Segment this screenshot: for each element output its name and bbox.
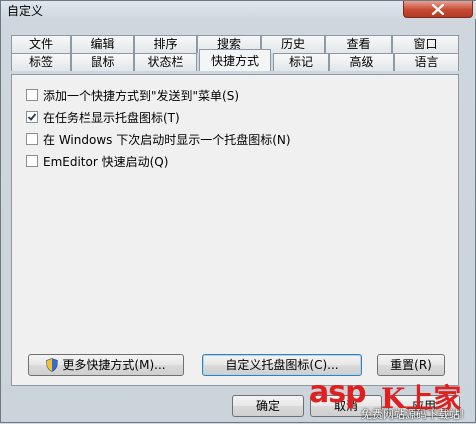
tab-strip: 文件 编辑 排序 搜索 历史 查看 窗口 标签 鼠标 状态栏 快捷方式 标记 高… — [11, 35, 459, 75]
option-tray-next-startup[interactable]: 在 Windows 下次启动时显示一个托盘图标(N) — [26, 131, 291, 147]
tab-edit[interactable]: 编辑 — [71, 35, 134, 53]
title-bar[interactable]: 自定义 — [1, 1, 476, 19]
send-to-checkbox[interactable] — [26, 89, 38, 101]
tray-icon-checkbox[interactable] — [26, 111, 38, 123]
tab-marks[interactable]: 标记 — [273, 53, 329, 71]
watermark-brand: asp — [309, 375, 367, 410]
next-startup-label: 在 Windows 下次启动时显示一个托盘图标(N) — [43, 132, 291, 147]
tab-shortcuts[interactable]: 快捷方式 — [199, 49, 271, 71]
tab-language[interactable]: 语言 — [394, 53, 459, 71]
ok-button[interactable]: 确定 — [232, 395, 304, 417]
quick-launch-checkbox[interactable] — [26, 155, 38, 167]
tab-status-bar[interactable]: 状态栏 — [134, 53, 197, 71]
tab-sort[interactable]: 排序 — [134, 35, 197, 53]
window-title: 自定义 — [7, 4, 44, 18]
close-icon — [431, 4, 445, 15]
tab-view[interactable]: 查看 — [325, 35, 392, 53]
shield-icon — [46, 357, 59, 372]
checkmark-icon — [27, 113, 37, 121]
send-to-label: 添加一个快捷方式到"发送到"菜单(S) — [43, 88, 240, 103]
tab-advanced[interactable]: 高级 — [329, 53, 394, 71]
option-quick-launch[interactable]: EmEditor 快速启动(Q) — [26, 153, 168, 169]
shortcuts-panel: 添加一个快捷方式到"发送到"菜单(S) 在任务栏显示托盘图标(T) 在 Wind… — [11, 74, 459, 386]
next-startup-checkbox[interactable] — [26, 133, 38, 145]
more-shortcuts-button[interactable]: 更多快捷方式(M)... — [28, 354, 184, 376]
quick-launch-label: EmEditor 快速启动(Q) — [43, 154, 169, 169]
close-button[interactable] — [403, 1, 473, 18]
customize-dialog: 自定义 文件 编辑 排序 搜索 历史 查看 窗口 标签 鼠标 状态栏 快捷方式 … — [0, 0, 476, 423]
tab-file[interactable]: 文件 — [11, 35, 71, 53]
option-send-to-menu[interactable]: 添加一个快捷方式到"发送到"菜单(S) — [26, 87, 239, 103]
tray-icon-label: 在任务栏显示托盘图标(T) — [43, 110, 180, 125]
tab-window[interactable]: 窗口 — [392, 35, 459, 53]
option-show-tray-icon[interactable]: 在任务栏显示托盘图标(T) — [26, 109, 180, 125]
watermark-subtitle: 免费网站源码下载站! — [361, 408, 465, 421]
tab-mouse[interactable]: 鼠标 — [71, 53, 134, 71]
site-watermark: asp K上家 免费网站源码下载站! — [305, 373, 476, 424]
tab-tabs[interactable]: 标签 — [11, 53, 71, 71]
